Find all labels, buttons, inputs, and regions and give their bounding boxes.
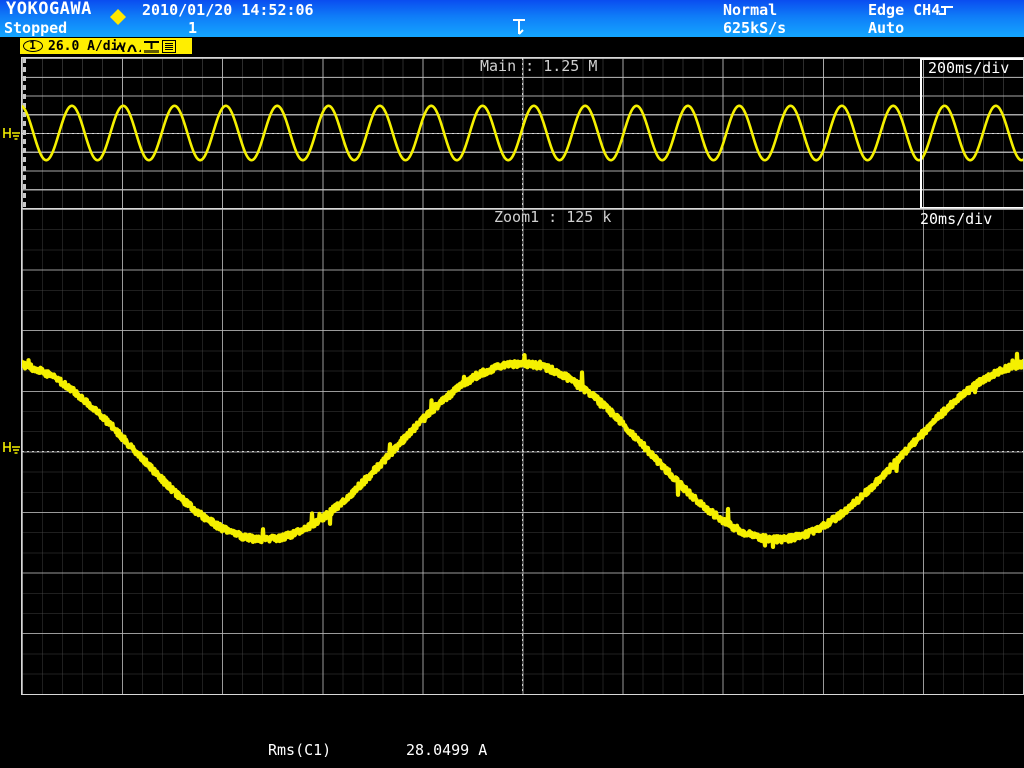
channel-1-settings-badge[interactable]: 1 26.0 A/div: [20, 38, 192, 54]
waveform-path: [22, 106, 1023, 160]
channel-scale-label: 26.0 A/div: [48, 38, 126, 54]
rising-edge-icon: [938, 4, 954, 18]
main-timebase-label: 200ms/div: [928, 60, 1009, 77]
measurement-value: 28.0499 A: [406, 740, 487, 760]
sample-rate-label: 625kS/s: [723, 20, 786, 37]
trigger-position-icon: [512, 19, 526, 36]
ground-symbol-icon[interactable]: [3, 440, 21, 454]
main-waveform-graticule[interactable]: [21, 57, 1024, 209]
waveform-path: [22, 354, 1023, 547]
measurement-label: Rms(C1): [268, 740, 331, 760]
circled-1-icon: 1: [23, 40, 43, 52]
acquisition-mode-label: Auto: [868, 20, 904, 37]
probe-attenuation-icon: [162, 40, 176, 53]
zoom1-window-title: Zoom1 : 125 k: [494, 209, 611, 226]
bandwidth-limit-icon: [143, 40, 160, 53]
acquisition-status: Stopped: [4, 20, 67, 37]
measurement-readout-row[interactable]: Rms(C1) 28.0499 A: [0, 740, 1024, 762]
zoom1-region-box[interactable]: [920, 58, 1024, 209]
yokogawa-diamond-icon: [110, 1, 126, 17]
channel-number-text: 1: [24, 39, 41, 52]
main-window-title: Main : 1.25 M: [480, 58, 597, 75]
trigger-source-label: Edge CH4: [868, 2, 940, 19]
ground-symbol-icon[interactable]: [3, 126, 21, 140]
status-header-bar: YOKOGAWA 2010/01/20 14:52:06 Stopped 1 N…: [0, 0, 1024, 37]
main-waveform-trace: [22, 58, 1023, 208]
history-record-number: 1: [188, 20, 197, 37]
ac-coupling-icon: [117, 41, 141, 52]
trigger-mode-label: Normal: [723, 2, 777, 19]
zoom1-waveform-graticule[interactable]: [21, 208, 1024, 695]
zoom1-waveform-trace: [22, 209, 1023, 694]
datetime-display: 2010/01/20 14:52:06: [142, 2, 314, 19]
oscilloscope-screen: YOKOGAWA 2010/01/20 14:52:06 Stopped 1 N…: [0, 0, 1024, 768]
yokogawa-logo: YOKOGAWA: [6, 1, 92, 18]
zoom1-timebase-label: 20ms/div: [920, 211, 992, 228]
